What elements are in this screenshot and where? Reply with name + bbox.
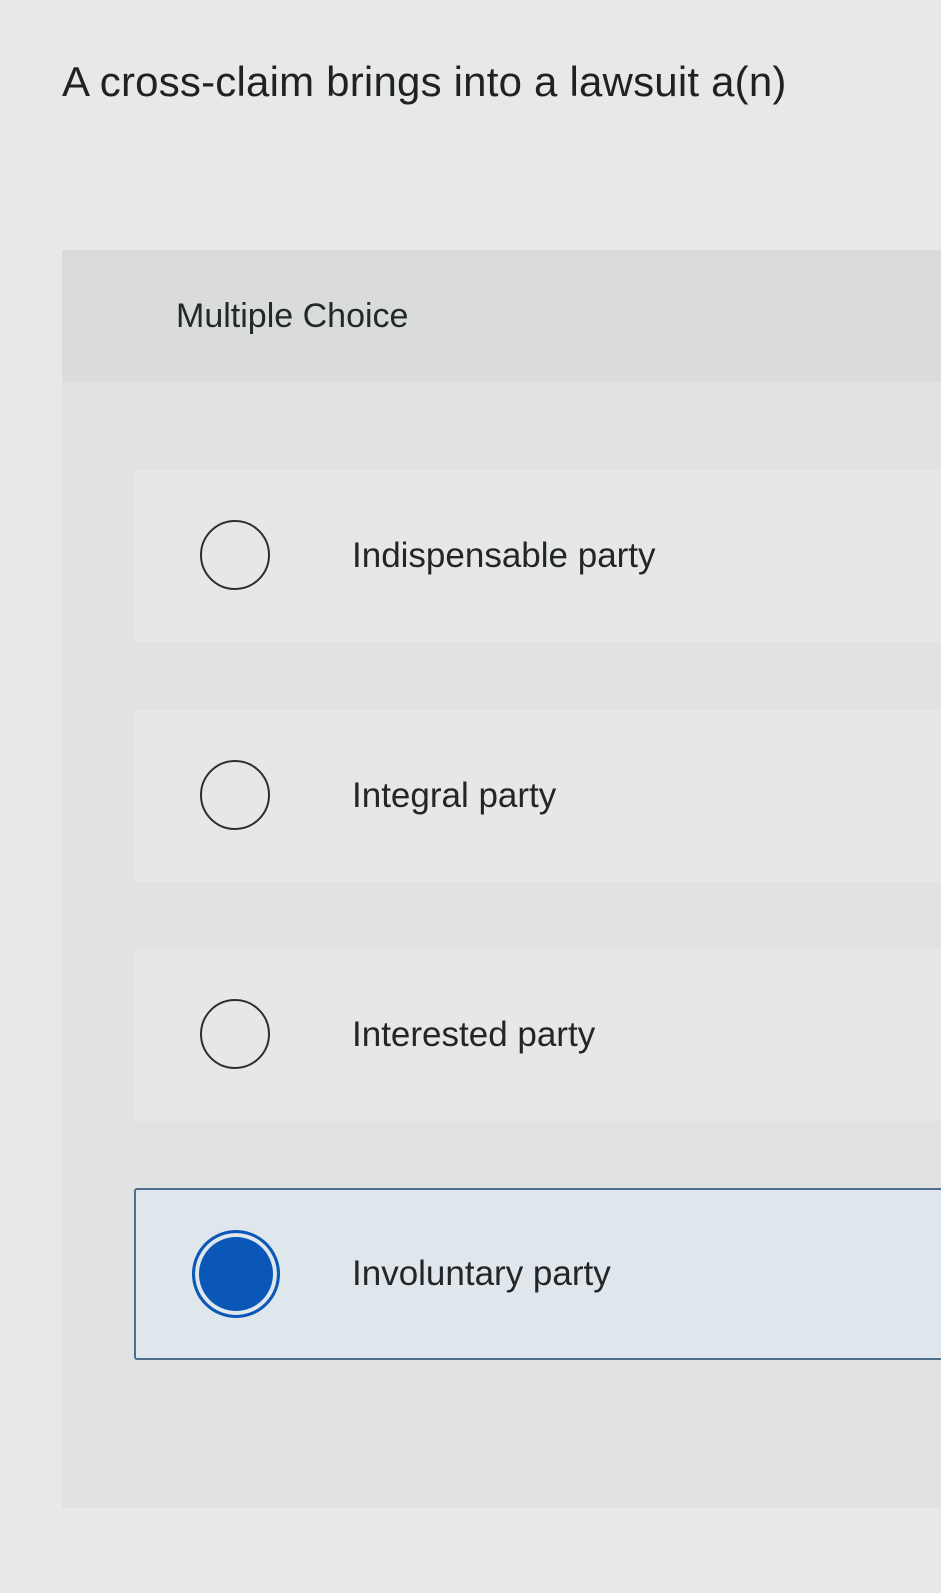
question-text: A cross-claim brings into a lawsuit a(n): [62, 58, 787, 105]
answer-option-interested-party[interactable]: Interested party: [134, 949, 941, 1121]
answer-option-label: Involuntary party: [352, 1254, 611, 1293]
answer-option-label: Integral party: [352, 776, 557, 815]
panel-header: Multiple Choice: [62, 250, 941, 382]
answer-option-indispensable-party[interactable]: Indispensable party: [134, 470, 941, 642]
multiple-choice-panel: Multiple Choice Indispensable party Inte…: [62, 250, 941, 1508]
question-type-label: Multiple Choice: [176, 297, 409, 335]
radio-unselected-icon[interactable]: [200, 999, 270, 1069]
answer-option-integral-party[interactable]: Integral party: [134, 710, 941, 882]
answer-option-label: Indispensable party: [352, 536, 656, 575]
answer-option-involuntary-party[interactable]: Involuntary party: [134, 1188, 941, 1360]
radio-unselected-icon[interactable]: [200, 520, 270, 590]
answer-option-label: Interested party: [352, 1015, 596, 1054]
radio-unselected-icon[interactable]: [200, 760, 270, 830]
radio-selected-icon[interactable]: [192, 1230, 280, 1318]
